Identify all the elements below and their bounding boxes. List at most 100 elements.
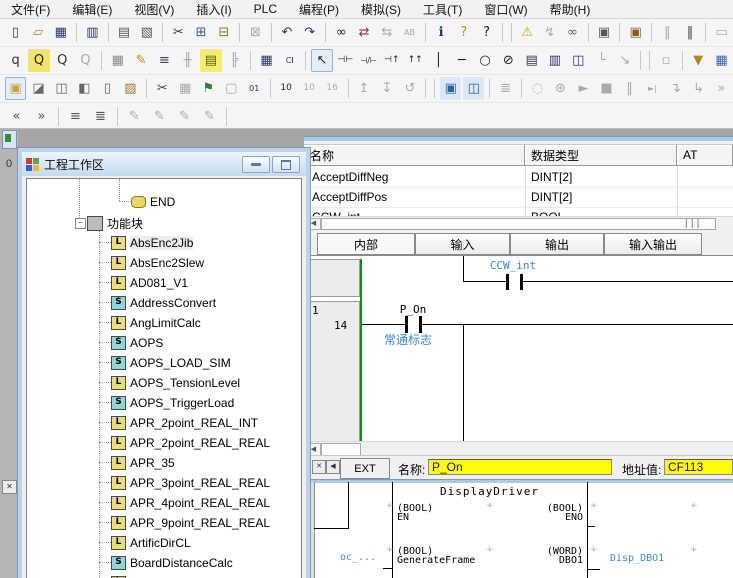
fb-invoke-button[interactable]: ◫ <box>568 49 589 72</box>
zoom-region-button[interactable]: Q <box>28 49 49 72</box>
grid-toggle-button[interactable]: ▦ <box>107 49 128 72</box>
scroll-thumb[interactable] <box>321 218 716 230</box>
tree-item-artificdircl[interactable]: LArtificDirCL <box>111 534 191 551</box>
tree-item-aops[interactable]: SAOPS <box>111 334 163 351</box>
find-errors-button[interactable]: ∞ <box>562 21 583 44</box>
file-compare-button[interactable]: ▥ <box>82 21 103 44</box>
column-header-datatype[interactable]: 数据类型 <box>525 145 677 166</box>
address-input[interactable]: CF113 <box>664 459 733 475</box>
menu-item[interactable]: 编程(P) <box>288 1 350 18</box>
memory-view-button[interactable]: ▦ <box>711 49 732 72</box>
menu-item[interactable]: 窗口(W) <box>473 1 538 18</box>
ladder-hscrollbar[interactable]: ◀ <box>304 441 733 456</box>
table-row[interactable]: AcceptDiffNeg DINT[2] <box>304 167 733 188</box>
tree-item-absenc2slew[interactable]: LAbsEnc2Slew <box>111 254 204 271</box>
tree-item-apr_35[interactable]: LAPR_35 <box>111 454 175 471</box>
menu-item[interactable]: 模拟(S) <box>350 1 412 18</box>
new-file-button[interactable]: ▯ <box>5 21 26 44</box>
redo-button[interactable]: ↷ <box>299 21 320 44</box>
transfer-fb-source-button[interactable]: ▼ <box>688 49 709 72</box>
closed-coil-button[interactable]: ⊘ <box>498 49 519 72</box>
show-address-reference-button[interactable]: ◧ <box>74 77 95 100</box>
replace-button[interactable]: ⇄ <box>354 21 375 44</box>
info-button[interactable]: ℹ <box>431 21 452 44</box>
select-tool-button[interactable]: ↖ <box>311 49 332 72</box>
renumber-rungs-button[interactable]: ≣ <box>89 105 112 128</box>
rung-comment-button[interactable]: ✎ <box>130 49 151 72</box>
paste-button[interactable]: ⊟ <box>213 21 234 44</box>
show-palette-button[interactable]: ▯ <box>97 77 118 100</box>
tree-item-partial[interactable]: L <box>111 574 126 578</box>
tree-group-function-blocks[interactable]: 功能块 <box>87 215 143 232</box>
find-button[interactable]: ∞ <box>331 21 352 44</box>
copy-button[interactable]: ⊞ <box>191 21 212 44</box>
menu-item[interactable]: 文件(F) <box>0 1 61 18</box>
print-preview-button[interactable]: ▧ <box>136 21 157 44</box>
show-mnemonics-button[interactable]: ▦ <box>256 49 277 72</box>
context-help-button[interactable]: ? <box>476 21 497 44</box>
contact-up-button[interactable]: ⊣↑ <box>381 49 402 72</box>
zoom-in-button[interactable]: Q <box>52 49 73 72</box>
rung-list-button[interactable]: ≡ <box>154 49 175 72</box>
indent-button[interactable]: » <box>30 105 53 128</box>
ladder-editor[interactable]: 1 14 CCW_int P_On 常通标志 <box>304 255 733 442</box>
tab-output[interactable]: 输出 <box>510 233 604 255</box>
show-watch-window-button[interactable]: ◫ <box>51 77 72 100</box>
menu-item[interactable]: 编辑(E) <box>61 1 123 18</box>
prev-tab-icon[interactable]: ◀ <box>326 460 340 474</box>
close-icon[interactable]: ✕ <box>312 460 326 474</box>
tab-internal[interactable]: 内部 <box>317 233 415 255</box>
tree-item-apr_2point_real_real[interactable]: LAPR_2point_REAL_REAL <box>111 434 270 451</box>
coil-button[interactable]: ○ <box>474 49 495 72</box>
tree-item-apr_3point_real_real[interactable]: LAPR_3point_REAL_REAL <box>111 474 270 491</box>
name-input[interactable]: P_On <box>428 459 612 475</box>
contact-no-button[interactable]: ⊣⊢ <box>335 49 356 72</box>
vertical-line-button[interactable]: │ <box>428 49 449 72</box>
binary-monitor-button[interactable]: 01 <box>244 77 265 100</box>
tree-item-aops_load_sim[interactable]: SAOPS_LOAD_SIM <box>111 354 231 371</box>
table-row[interactable]: AcceptDiffPos DINT[2] <box>304 187 733 208</box>
save-file-button[interactable]: ▦ <box>50 21 71 44</box>
tree-item-ad081_v1[interactable]: LAD081_V1 <box>111 274 188 291</box>
tree-item-absenc2jib[interactable]: LAbsEnc2Jib <box>111 234 193 251</box>
tree-item-apr_9point_real_real[interactable]: LAPR_9point_REAL_REAL <box>111 514 270 531</box>
cut-button[interactable]: ✂ <box>168 21 189 44</box>
menu-item[interactable]: 帮助(H) <box>539 1 602 18</box>
contact-up-nc-button[interactable]: ↑↑ <box>405 49 426 72</box>
zoom-tool-button[interactable]: q <box>5 49 26 72</box>
tab-inout[interactable]: 输入输出 <box>604 233 702 255</box>
outdent-button[interactable]: « <box>5 105 28 128</box>
tree-item-apr_4point_real_real[interactable]: LAPR_4point_REAL_REAL <box>111 494 270 511</box>
tree-item-aops_triggerload[interactable]: SAOPS_TriggerLoad <box>111 394 234 411</box>
column-header-name[interactable]: 名称 <box>304 145 525 166</box>
ladder-window-displaydriver[interactable]: DisplayDriver (BOOL) EN (BOOL) GenerateF… <box>304 479 733 578</box>
minimize-button[interactable] <box>242 156 270 173</box>
menu-item[interactable]: 工具(T) <box>412 1 473 18</box>
compile-button[interactable]: ⚠ <box>517 21 538 44</box>
ladder-view-button[interactable]: ▤ <box>200 49 221 72</box>
work-online-button[interactable]: ▣ <box>440 77 461 100</box>
tab-ext[interactable]: EXT <box>340 458 390 479</box>
tree-item-end[interactable]: END <box>131 193 175 210</box>
align-rungs-button[interactable]: ≡ <box>64 105 87 128</box>
menu-item[interactable]: 视图(V) <box>123 1 185 18</box>
pause-button[interactable]: ‖ <box>680 21 701 44</box>
section-marker-button[interactable]: ⚑ <box>198 77 219 100</box>
variable-table-hscrollbar[interactable]: ◀ ┃┃┃ <box>304 216 733 230</box>
menu-item[interactable]: 插入(I) <box>185 1 242 18</box>
monitor-mode-button[interactable]: ◫ <box>463 77 484 100</box>
transfer-to-plc-button[interactable]: ▣ <box>594 21 615 44</box>
fb-out2-operand[interactable]: Disp_DBO1 <box>610 553 664 564</box>
show-comments-button[interactable]: CI <box>279 49 300 72</box>
column-header-at[interactable]: AT <box>677 145 733 166</box>
fb-in2-operand[interactable]: oc_... <box>340 552 376 563</box>
collapse-expander-icon[interactable]: − <box>75 218 86 229</box>
tree-item-apr_2point_real_int[interactable]: LAPR_2point_REAL_INT <box>111 414 258 431</box>
show-project-workspace-button[interactable]: ▣ <box>5 77 26 100</box>
function-block-button[interactable]: ▤ <box>521 49 542 72</box>
open-file-button[interactable]: ▱ <box>28 21 49 44</box>
tree-item-addressconvert[interactable]: SAddressConvert <box>111 294 216 311</box>
horizontal-line-button[interactable]: ─ <box>451 49 472 72</box>
tree-item-boarddistancecalc[interactable]: SBoardDistanceCalc <box>111 554 233 571</box>
restore-button[interactable] <box>272 156 300 173</box>
